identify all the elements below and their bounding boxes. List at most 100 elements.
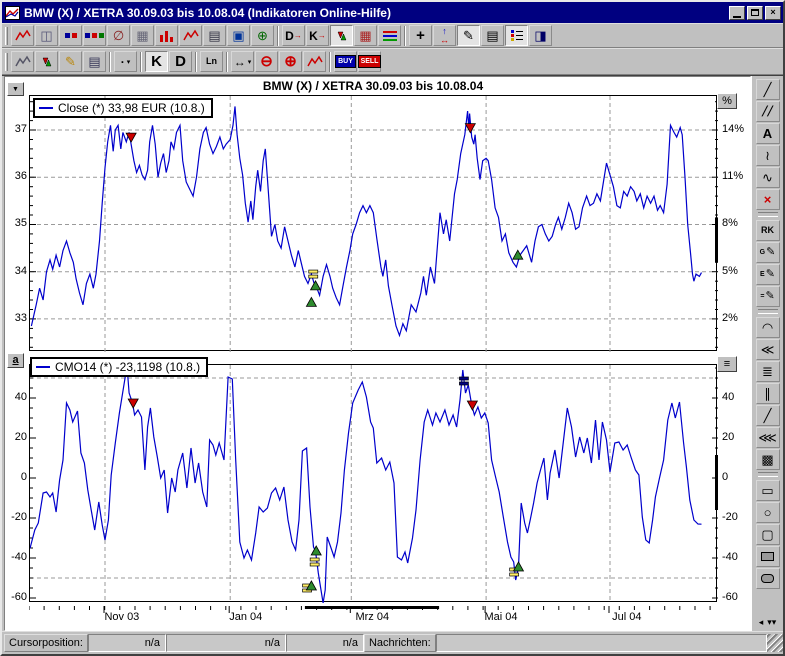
pager-left-icon[interactable]: ◂ [759,617,764,628]
squiggle-tool[interactable]: ≀ [756,145,780,166]
strike-s-icon[interactable]: ∅ [107,25,130,46]
log-scale-toggle[interactable]: Ln [200,51,223,72]
minimize-button[interactable] [729,6,745,20]
ellipse-tool[interactable]: ○ [756,502,780,523]
chart-area: BMW (X) / XETRA 30.09.03 bis 10.08.04 ▼ … [4,76,751,631]
histogram-icon[interactable] [155,25,178,46]
zoom-out-icon[interactable]: ⊖ [255,51,278,72]
trend-pencil-line-tool[interactable]: =✎ [756,286,780,307]
notes-icon[interactable]: ▤ [481,25,504,46]
collapse-pane-button[interactable]: ▼ [7,82,24,96]
highlight-pen-icon-glyph: ✎ [65,55,76,68]
axis-scale-icon[interactable] [303,51,326,72]
rounded-rect-tool-glyph: ▢ [761,528,773,541]
diagonal-line-tool[interactable]: ╱ [756,405,780,426]
detail-chart-toggle[interactable]: D [169,51,192,72]
sell-button-label: SELL [358,55,382,68]
gann-fan-tool[interactable]: ⋘ [756,427,780,448]
pivot-rk-tool-glyph: RK [761,226,774,235]
maximize-icon [751,9,759,16]
trend-pencil-e-tool[interactable]: E✎ [756,264,780,285]
maximize-button[interactable] [747,6,763,20]
y-axis-label: 40 [5,390,27,404]
h-zoom-dropdown[interactable]: ↔▾ [231,51,254,72]
report-icon-glyph: ▤ [208,29,220,42]
pane-menu-button[interactable]: ≡ [717,356,737,372]
x-axis-label: Nov 03 [104,611,139,623]
world-news-icon-glyph: ⊕ [257,29,268,42]
time-zones-tool-glyph: ∥ [764,387,771,400]
kurs-chart-toggle[interactable]: K [145,51,168,72]
event-flag-marker [510,573,519,576]
fib-arcs-tool[interactable]: ◠ [756,317,780,338]
trend-line-tool[interactable]: ╱ [756,79,780,100]
signal-markers-icon[interactable] [330,25,353,46]
copy-window-icon[interactable]: ◫ [35,25,58,46]
filled-rect-tool[interactable] [756,546,780,567]
zoom-in-icon[interactable]: ⊕ [279,51,302,72]
draw-pencil-icon[interactable]: ✎ [457,25,480,46]
y-axis-label: 20 [5,430,27,444]
x-axis[interactable]: Nov 03Jan 04Mrz 04Mai 04Jul 04 [29,602,717,626]
status-bar: Cursorposition: n/a n/a n/a Nachrichten: [2,631,783,654]
detail-window-icon[interactable]: D→ [282,25,305,46]
line-style-dropdown[interactable]: ·▾ [114,51,137,72]
window-layout-icon[interactable]: ◨ [529,25,552,46]
strike-s-icon-glyph: ∅ [113,29,124,42]
event-flag-marker [459,377,468,380]
rectangle-tool[interactable]: ▭ [756,480,780,501]
world-news-icon[interactable]: ⊕ [251,25,274,46]
fan-lines-tool[interactable]: ≪ [756,339,780,360]
new-chart-icon[interactable] [11,25,34,46]
time-zones-tool[interactable]: ∥ [756,383,780,404]
text-tool[interactable]: A [756,123,780,144]
properties-icon[interactable]: ▤ [83,51,106,72]
chart-stack-icon[interactable]: ▣ [227,25,250,46]
wave-tool[interactable]: ∿ [756,167,780,188]
axis-range-indicator [715,455,718,510]
y-axis-label: 5% [722,264,751,278]
close-button[interactable]: × [765,6,781,20]
buy-sell-triangles-icon[interactable] [35,51,58,72]
delete-drawing-tool[interactable]: × [756,189,780,210]
resize-grip[interactable] [767,634,783,652]
speed-lines-tool[interactable]: ≣ [756,361,780,382]
legend-settings-icon[interactable] [505,25,528,46]
color-square [85,33,90,38]
portfolio-icon[interactable] [83,25,106,46]
grid-chart-icon-glyph: ▦ [359,29,371,42]
crosshatch-tool[interactable]: ▩ [756,449,780,470]
mountain-view-icon[interactable] [11,51,34,72]
sell-button[interactable]: SELL [358,51,381,72]
annotation-button[interactable]: a [7,353,24,368]
event-flag-marker [309,270,318,273]
trend-pencil-g-tool[interactable]: G✎ [756,242,780,263]
diagonal-line-tool-glyph: ╱ [764,409,772,422]
rounded-rect-tool[interactable]: ▢ [756,524,780,545]
percent-scale-button[interactable]: % [717,93,737,109]
kurs-window-icon[interactable]: K→ [306,25,329,46]
quote-list-icon[interactable] [59,25,82,46]
price-series-swatch [39,107,53,109]
pager-down-icon[interactable]: ▾▾ [767,617,776,628]
indicator-lines-icon[interactable] [378,25,401,46]
highlight-pen-icon[interactable]: ✎ [59,51,82,72]
crosshair-icon-glyph: + [416,28,425,43]
event-flag-marker [309,275,318,278]
trend-line-tool-glyph: ╱ [764,83,772,96]
pivot-rk-tool[interactable]: RK [756,220,780,241]
line-chart-icon[interactable] [179,25,202,46]
grid-chart-icon[interactable]: ▦ [354,25,377,46]
titlebar: BMW (X) / XETRA 30.09.03 bis 10.08.04 (I… [2,2,783,23]
price-pane-plot[interactable] [29,95,717,351]
workspace: BMW (X) / XETRA 30.09.03 bis 10.08.04 ▼ … [2,75,783,631]
crosshair-icon[interactable]: + [409,25,432,46]
cmo-pane-plot[interactable] [29,364,717,602]
report-icon[interactable]: ▤ [203,25,226,46]
axis-pager: ◂▾▾ [759,615,777,631]
data-table-icon[interactable]: ▦ [131,25,154,46]
parallel-lines-tool[interactable]: ╱╱ [756,101,780,122]
move-arrows-icon[interactable]: ↑↔ [433,25,456,46]
filled-rounded-rect-tool[interactable] [756,568,780,589]
buy-button[interactable]: BUY [334,51,357,72]
